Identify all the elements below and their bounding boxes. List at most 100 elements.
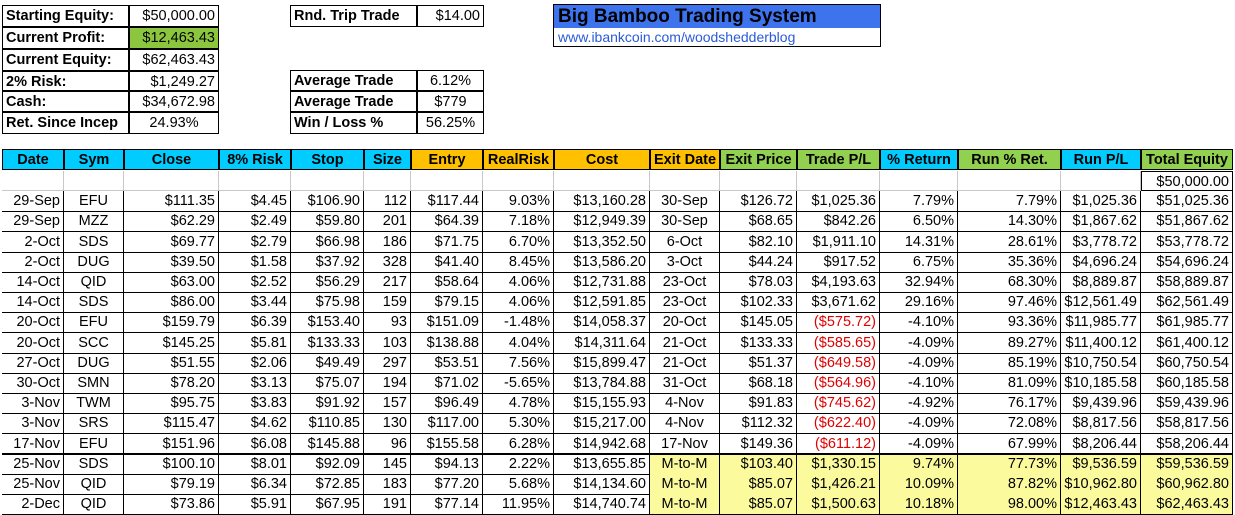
open-cell-sym[interactable]: QID [64, 494, 124, 515]
table-cell-date[interactable]: 2-Oct [2, 232, 64, 253]
open-cell-pct-return[interactable]: 9.74% [880, 454, 958, 475]
table-cell-stop[interactable]: $75.07 [291, 373, 364, 394]
empty-cell[interactable] [483, 171, 554, 192]
table-cell-pct-return[interactable]: 6.50% [880, 211, 958, 232]
open-cell-run-pl[interactable]: $9,536.59 [1061, 454, 1141, 475]
table-cell-sym[interactable]: SCC [64, 333, 124, 354]
table-cell-exit-price[interactable]: $126.72 [720, 191, 797, 212]
table-cell-cost[interactable]: $15,899.47 [554, 353, 650, 374]
table-cell-total-equity[interactable]: $53,778.72 [1141, 232, 1233, 253]
table-cell-pct-return[interactable]: 7.79% [880, 191, 958, 212]
table-cell-pct-return[interactable]: -4.09% [880, 434, 958, 455]
ret-since-incep-value[interactable]: 24.93% [129, 112, 219, 134]
table-cell-entry[interactable]: $117.44 [411, 191, 483, 212]
table-cell-run-pl[interactable]: $11,985.77 [1061, 312, 1141, 333]
column-header-trade-pl[interactable]: Trade P/L [797, 149, 880, 170]
open-cell-stop[interactable]: $92.09 [291, 454, 364, 475]
table-cell-exit-date[interactable]: 21-Oct [650, 353, 720, 374]
table-cell-exit-price[interactable]: $145.05 [720, 312, 797, 333]
table-cell-close[interactable]: $39.50 [124, 252, 219, 273]
table-cell-entry[interactable]: $71.02 [411, 373, 483, 394]
table-cell-size[interactable]: 96 [364, 434, 411, 455]
table-cell-exit-date[interactable]: 23-Oct [650, 292, 720, 313]
table-cell-close[interactable]: $69.77 [124, 232, 219, 253]
table-cell-size[interactable]: 186 [364, 232, 411, 253]
table-cell-total-equity[interactable]: $58,206.44 [1141, 434, 1233, 455]
table-cell-entry[interactable]: $138.88 [411, 333, 483, 354]
table-cell-total-equity[interactable]: $60,750.54 [1141, 353, 1233, 374]
table-cell-risk-8pct[interactable]: $2.49 [219, 211, 291, 232]
table-cell-sym[interactable]: DUG [64, 353, 124, 374]
table-cell-trade-pl[interactable]: $842.26 [797, 211, 880, 232]
table-cell-date[interactable]: 17-Nov [2, 434, 64, 455]
table-cell-exit-date[interactable]: 31-Oct [650, 373, 720, 394]
table-cell-cost[interactable]: $14,942.68 [554, 434, 650, 455]
risk-2pct-value[interactable]: $1,249.27 [129, 71, 219, 91]
table-cell-realrisk[interactable]: 4.78% [483, 393, 554, 414]
table-cell-exit-date[interactable]: 4-Nov [650, 413, 720, 434]
table-cell-pct-return[interactable]: -4.10% [880, 373, 958, 394]
open-cell-sym[interactable]: QID [64, 474, 124, 495]
open-cell-close[interactable]: $73.86 [124, 494, 219, 515]
table-cell-cost[interactable]: $12,591.85 [554, 292, 650, 313]
table-cell-stop[interactable]: $153.40 [291, 312, 364, 333]
table-cell-close[interactable]: $62.29 [124, 211, 219, 232]
open-cell-size[interactable]: 191 [364, 494, 411, 515]
table-cell-close[interactable]: $86.00 [124, 292, 219, 313]
table-cell-close[interactable]: $95.75 [124, 393, 219, 414]
table-cell-trade-pl[interactable]: $1,025.36 [797, 191, 880, 212]
open-cell-risk-8pct[interactable]: $5.91 [219, 494, 291, 515]
table-cell-run-pct-ret[interactable]: 67.99% [958, 434, 1061, 455]
table-cell-close[interactable]: $115.47 [124, 413, 219, 434]
table-cell-close[interactable]: $151.96 [124, 434, 219, 455]
table-cell-risk-8pct[interactable]: $3.13 [219, 373, 291, 394]
table-cell-run-pl[interactable]: $10,750.54 [1061, 353, 1141, 374]
rnd-trip-trade-label[interactable]: Rnd. Trip Trade [290, 5, 417, 27]
table-cell-exit-price[interactable]: $102.33 [720, 292, 797, 313]
table-cell-size[interactable]: 93 [364, 312, 411, 333]
current-equity-value[interactable]: $62,463.43 [129, 49, 219, 71]
table-cell-trade-pl[interactable]: ($611.12) [797, 434, 880, 455]
table-cell-realrisk[interactable]: 6.70% [483, 232, 554, 253]
open-cell-run-pl[interactable]: $12,463.43 [1061, 494, 1141, 515]
table-cell-close[interactable]: $145.25 [124, 333, 219, 354]
table-cell-run-pl[interactable]: $8,206.44 [1061, 434, 1141, 455]
empty-cell[interactable] [1061, 171, 1141, 192]
open-cell-trade-pl[interactable]: $1,426.21 [797, 474, 880, 495]
table-cell-sym[interactable]: SMN [64, 373, 124, 394]
open-cell-realrisk[interactable]: 2.22% [483, 454, 554, 475]
table-cell-date[interactable]: 2-Oct [2, 252, 64, 273]
table-cell-size[interactable]: 103 [364, 333, 411, 354]
empty-cell[interactable] [720, 171, 797, 192]
current-equity-label[interactable]: Current Equity: [2, 49, 129, 71]
open-cell-entry[interactable]: $77.14 [411, 494, 483, 515]
table-cell-close[interactable]: $111.35 [124, 191, 219, 212]
table-cell-exit-price[interactable]: $44.24 [720, 252, 797, 273]
open-cell-exit-price[interactable]: $85.07 [720, 474, 797, 495]
table-cell-sym[interactable]: MZZ [64, 211, 124, 232]
open-cell-run-pct-ret[interactable]: 87.82% [958, 474, 1061, 495]
table-cell-size[interactable]: 297 [364, 353, 411, 374]
column-header-total-equity[interactable]: Total Equity [1141, 149, 1233, 170]
table-cell-run-pct-ret[interactable]: 93.36% [958, 312, 1061, 333]
table-cell-stop[interactable]: $66.98 [291, 232, 364, 253]
table-cell-total-equity[interactable]: $54,696.24 [1141, 252, 1233, 273]
blog-link[interactable]: www.ibankcoin.com/woodshedderblog [554, 28, 880, 46]
table-cell-realrisk[interactable]: -1.48% [483, 312, 554, 333]
cash-label[interactable]: Cash: [2, 91, 129, 112]
table-cell-realrisk[interactable]: 6.28% [483, 434, 554, 455]
empty-cell[interactable] [554, 171, 650, 192]
table-cell-sym[interactable]: SDS [64, 232, 124, 253]
table-cell-run-pct-ret[interactable]: 72.08% [958, 413, 1061, 434]
empty-cell[interactable] [364, 171, 411, 192]
open-cell-exit-price[interactable]: $85.07 [720, 494, 797, 515]
open-cell-cost[interactable]: $14,740.74 [554, 494, 650, 515]
open-cell-close[interactable]: $100.10 [124, 454, 219, 475]
column-header-cost[interactable]: Cost [554, 149, 650, 170]
table-cell-date[interactable]: 20-Oct [2, 333, 64, 354]
table-cell-size[interactable]: 157 [364, 393, 411, 414]
table-cell-exit-date[interactable]: 23-Oct [650, 272, 720, 293]
table-cell-sym[interactable]: SDS [64, 292, 124, 313]
open-cell-date[interactable]: 25-Nov [2, 454, 64, 475]
table-cell-cost[interactable]: $13,586.20 [554, 252, 650, 273]
